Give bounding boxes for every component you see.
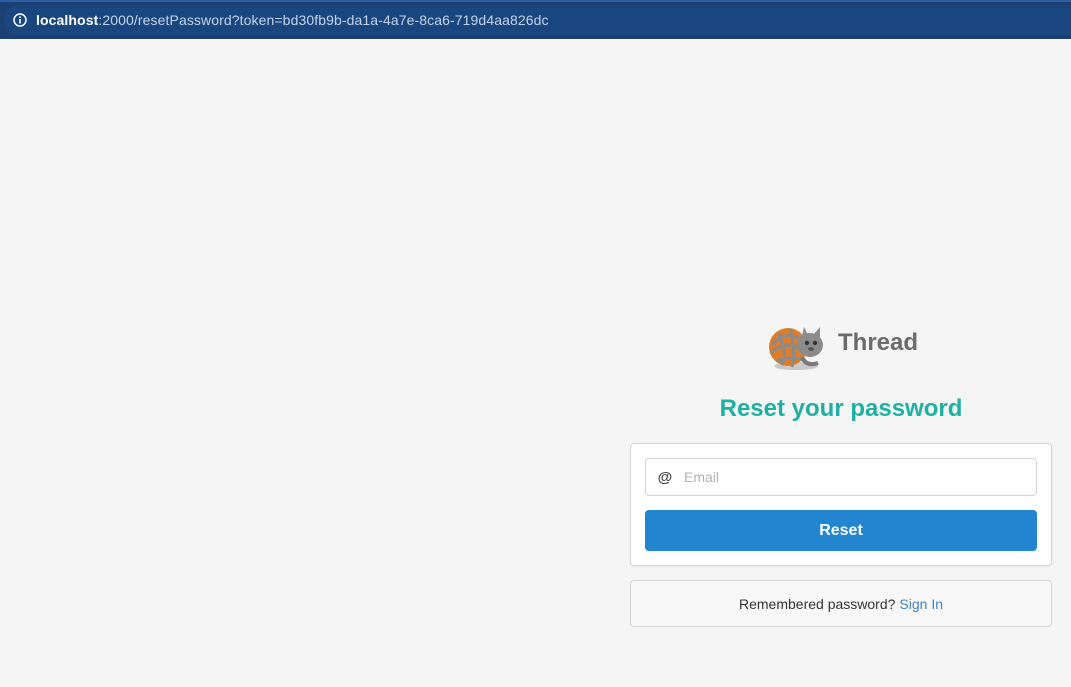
- page-title: Reset your password: [719, 395, 963, 422]
- signin-link[interactable]: Sign In: [899, 596, 943, 612]
- at-icon: @: [657, 468, 673, 486]
- email-input[interactable]: [684, 462, 1036, 492]
- browser-address-bar: localhost:2000/resetPassword?token=bd30f…: [0, 0, 1071, 39]
- email-field[interactable]: @: [645, 458, 1037, 496]
- reset-button[interactable]: Reset: [645, 510, 1037, 551]
- url-path: :2000/resetPassword?token=bd30fb9b-da1a-…: [98, 12, 549, 28]
- info-icon[interactable]: [13, 13, 27, 27]
- url-field[interactable]: localhost:2000/resetPassword?token=bd30f…: [4, 5, 1071, 35]
- url-text: localhost:2000/resetPassword?token=bd30f…: [36, 12, 549, 28]
- signin-prompt-box: Remembered password? Sign In: [630, 580, 1052, 627]
- signin-prompt-text: Remembered password?: [739, 595, 896, 612]
- brand-name: Thread: [838, 329, 919, 356]
- reset-form-card: @ Reset: [630, 443, 1052, 566]
- thread-logo-icon: [766, 317, 828, 373]
- brand: Thread: [766, 317, 918, 373]
- url-host: localhost: [36, 12, 99, 28]
